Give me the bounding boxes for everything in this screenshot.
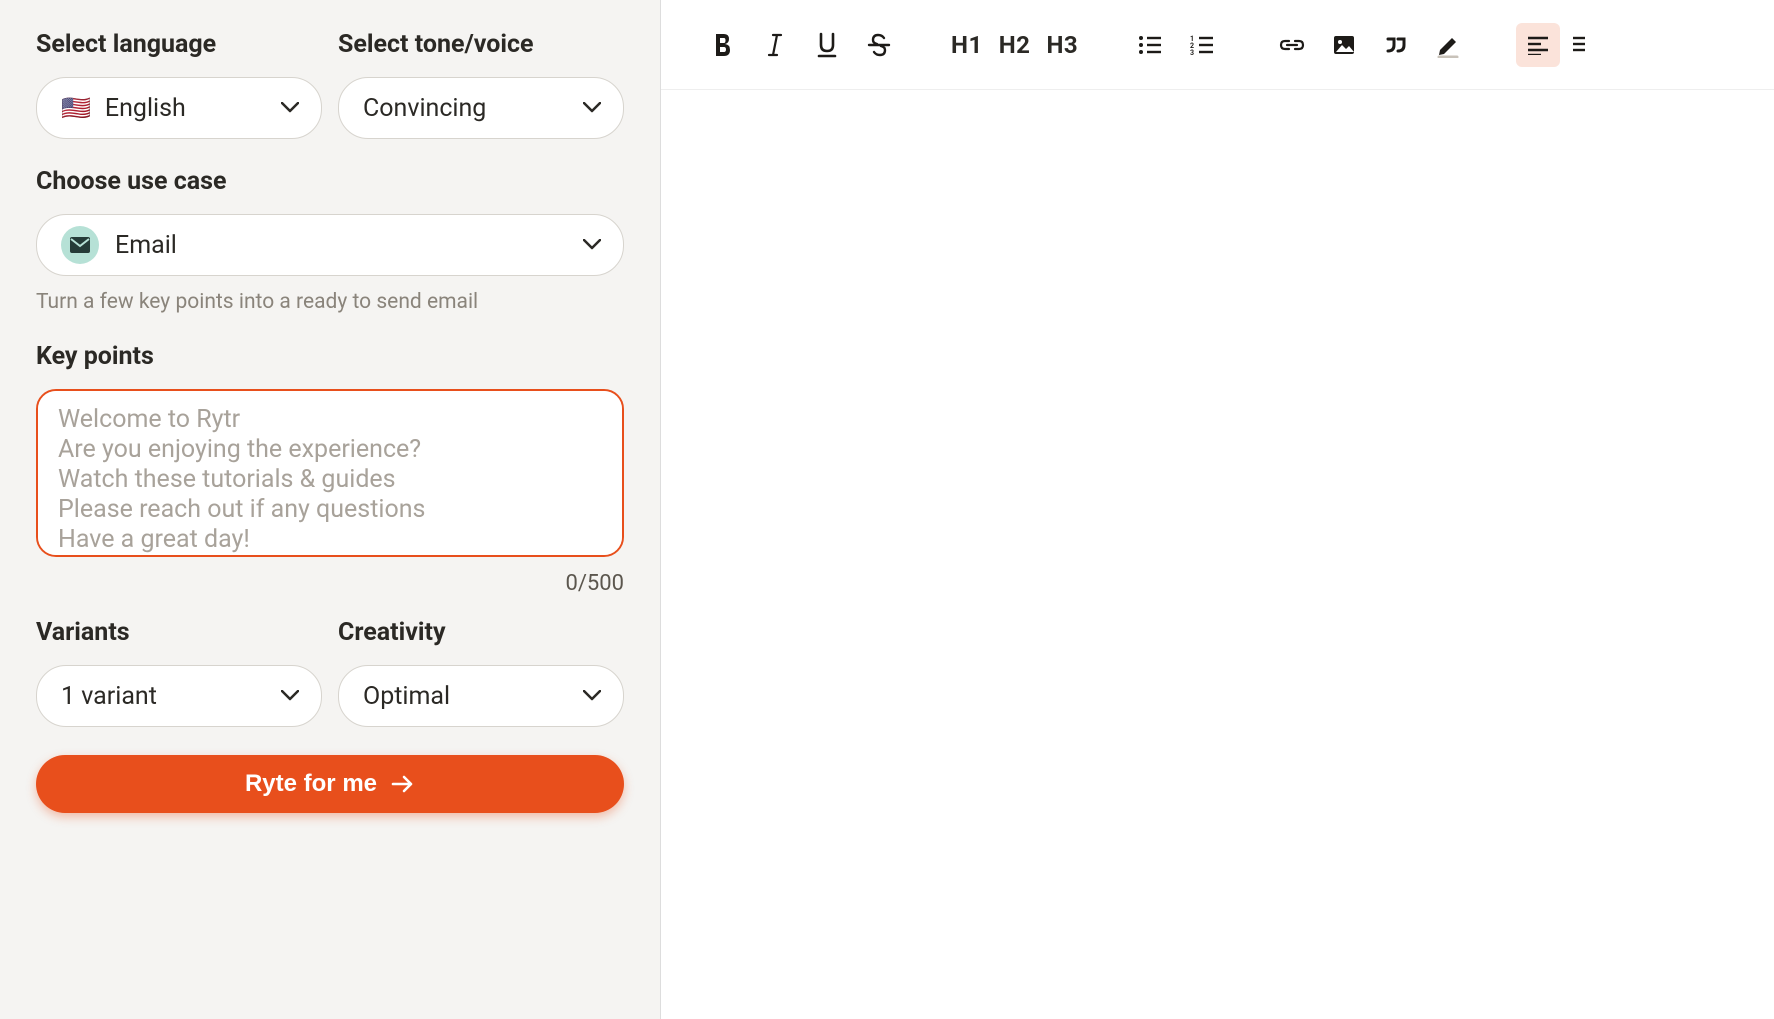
heading-group: H1 H2 H3 [947, 25, 1082, 65]
editor-content-area[interactable] [661, 90, 1774, 1019]
editor-pane: H1 H2 H3 123 [660, 0, 1774, 1019]
creativity-value: Optimal [363, 682, 450, 711]
h2-button[interactable]: H2 [995, 25, 1035, 65]
language-value: English [105, 94, 186, 123]
language-select[interactable]: 🇺🇸 English [36, 77, 322, 139]
usecase-hint: Turn a few key points into a ready to se… [36, 290, 624, 314]
svg-text:3: 3 [1190, 49, 1194, 56]
highlight-button[interactable] [1426, 23, 1470, 67]
tone-value: Convincing [363, 94, 486, 123]
keypoints-wrap [36, 389, 624, 561]
chevron-down-icon [583, 239, 601, 251]
field-keypoints: Key points 0/500 [36, 342, 624, 596]
usecase-value: Email [115, 231, 177, 260]
cta-label: Ryte for me [245, 770, 377, 798]
keypoints-counter: 0/500 [36, 571, 624, 596]
quote-button[interactable] [1374, 23, 1418, 67]
h1-button[interactable]: H1 [947, 25, 987, 65]
editor-toolbar: H1 H2 H3 123 [661, 0, 1774, 90]
row-variants-creativity: Variants 1 variant Creativity Optimal [36, 618, 624, 727]
numbered-list-button[interactable]: 123 [1180, 23, 1224, 67]
strikethrough-button[interactable] [857, 23, 901, 67]
field-creativity: Creativity Optimal [338, 618, 624, 727]
chevron-down-icon [583, 102, 601, 114]
list-group: 123 [1128, 23, 1224, 67]
chevron-down-icon [281, 690, 299, 702]
bold-button[interactable] [701, 23, 745, 67]
text-style-group [701, 23, 901, 67]
insert-group [1270, 23, 1470, 67]
variants-select[interactable]: 1 variant [36, 665, 322, 727]
field-usecase: Choose use case Email Turn a few key poi… [36, 167, 624, 314]
usecase-select[interactable]: Email [36, 214, 624, 276]
tone-label: Select tone/voice [338, 30, 624, 59]
creativity-select[interactable]: Optimal [338, 665, 624, 727]
usecase-label: Choose use case [36, 167, 624, 196]
h3-button[interactable]: H3 [1042, 25, 1082, 65]
email-icon [61, 226, 99, 264]
creativity-label: Creativity [338, 618, 624, 647]
language-label: Select language [36, 30, 322, 59]
arrow-right-icon [391, 775, 415, 793]
field-variants: Variants 1 variant [36, 618, 322, 727]
config-sidebar: Select language 🇺🇸 English Select tone/v… [0, 0, 660, 1019]
chevron-down-icon [583, 690, 601, 702]
link-button[interactable] [1270, 23, 1314, 67]
chevron-down-icon [281, 102, 299, 114]
bullet-list-button[interactable] [1128, 23, 1172, 67]
field-tone: Select tone/voice Convincing [338, 30, 624, 139]
align-left-button[interactable] [1516, 23, 1560, 67]
underline-button[interactable] [805, 23, 849, 67]
keypoints-input[interactable] [36, 389, 624, 557]
tone-select[interactable]: Convincing [338, 77, 624, 139]
image-button[interactable] [1322, 23, 1366, 67]
ryte-for-me-button[interactable]: Ryte for me [36, 755, 624, 813]
italic-button[interactable] [753, 23, 797, 67]
app-root: Select language 🇺🇸 English Select tone/v… [0, 0, 1774, 1019]
align-group [1516, 23, 1588, 67]
variants-value: 1 variant [61, 682, 157, 711]
keypoints-label: Key points [36, 342, 624, 371]
field-language: Select language 🇺🇸 English [36, 30, 322, 139]
variants-label: Variants [36, 618, 322, 647]
row-lang-tone: Select language 🇺🇸 English Select tone/v… [36, 30, 624, 139]
align-more-button[interactable] [1568, 23, 1588, 67]
flag-icon: 🇺🇸 [61, 94, 91, 122]
